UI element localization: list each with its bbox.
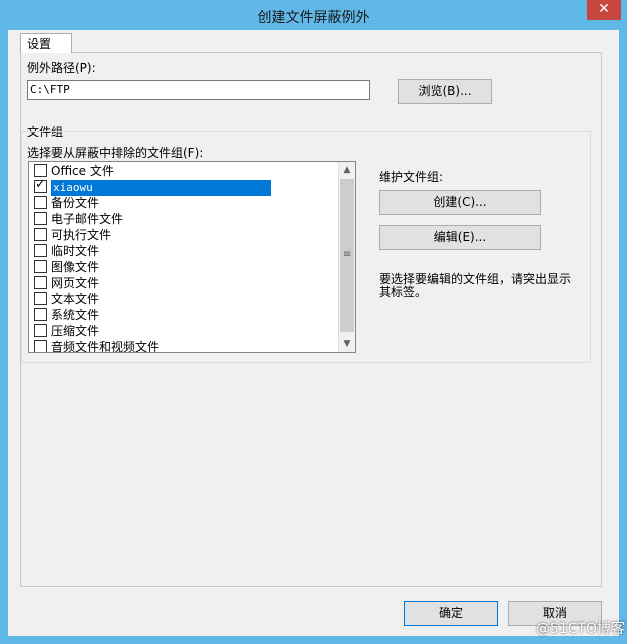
checkbox[interactable]	[34, 260, 47, 273]
edit-hint-text: 要选择要编辑的文件组，请突出显示其标签。	[379, 272, 572, 299]
list-item[interactable]: Office 文件	[34, 163, 114, 179]
list-item-label: 系统文件	[51, 308, 100, 322]
scroll-down-icon[interactable]: ▼	[339, 336, 355, 352]
list-item[interactable]: 图像文件	[34, 259, 99, 275]
list-item-label: 备份文件	[51, 196, 100, 210]
list-item-label: 文本文件	[51, 292, 100, 306]
checkbox[interactable]	[34, 324, 47, 337]
ok-button[interactable]: 确定	[404, 601, 498, 626]
browse-button[interactable]: 浏览(B)...	[398, 79, 492, 104]
checkbox[interactable]	[34, 177, 47, 193]
checkbox[interactable]	[34, 212, 47, 225]
title-bar: 创建文件屏蔽例外 ✕	[0, 0, 627, 30]
maintain-groups-label: 维护文件组:	[379, 170, 444, 184]
dialog-client-area: 设置 例外路径(P): C:\FTP 浏览(B)... 文件组 选择要从屏蔽中排…	[8, 30, 619, 636]
list-item-label: 可执行文件	[51, 228, 112, 242]
list-item[interactable]: 网页文件	[34, 275, 99, 291]
list-item-label: Office 文件	[51, 164, 114, 178]
exception-path-label: 例外路径(P):	[27, 61, 96, 75]
list-item[interactable]: 音频文件和视频文件	[34, 339, 160, 353]
vertical-scrollbar[interactable]: ▲ ≡ ▼	[338, 162, 355, 352]
checkbox[interactable]	[34, 244, 47, 257]
settings-tab-panel: 例外路径(P): C:\FTP 浏览(B)... 文件组 选择要从屏蔽中排除的文…	[20, 52, 602, 587]
create-button[interactable]: 创建(C)...	[379, 190, 541, 215]
grip-icon: ≡	[343, 248, 352, 260]
file-groups-listbox[interactable]: Office 文件 xiaowu备份文件电子邮件文件可执行文件临时文件图像文件网页…	[28, 161, 356, 353]
list-item[interactable]: 电子邮件文件	[34, 211, 123, 227]
edit-button[interactable]: 编辑(E)...	[379, 225, 541, 250]
checkbox[interactable]	[34, 292, 47, 305]
watermark-logo: @51CTO博客	[535, 621, 625, 637]
exception-path-input[interactable]: C:\FTP	[27, 80, 370, 100]
list-item[interactable]: xiaowu	[34, 177, 271, 196]
list-item-label: 图像文件	[51, 260, 100, 274]
window-title: 创建文件屏蔽例外	[257, 10, 370, 26]
tab-settings[interactable]: 设置	[20, 33, 72, 53]
list-item[interactable]: 压缩文件	[34, 323, 99, 339]
list-item-label: 电子邮件文件	[51, 212, 124, 226]
list-item-label: 临时文件	[51, 244, 100, 258]
list-item-label: xiaowu	[51, 180, 271, 196]
list-item[interactable]: 备份文件	[34, 195, 99, 211]
checkbox[interactable]	[34, 228, 47, 241]
scroll-up-icon[interactable]: ▲	[339, 162, 355, 178]
checkbox[interactable]	[34, 196, 47, 209]
checkbox[interactable]	[34, 340, 47, 352]
close-button[interactable]: ✕	[587, 0, 621, 20]
checkbox[interactable]	[34, 276, 47, 289]
checkbox[interactable]	[34, 308, 47, 321]
list-item[interactable]: 文本文件	[34, 291, 99, 307]
scroll-thumb[interactable]: ≡	[340, 179, 354, 332]
list-item-label: 网页文件	[51, 276, 100, 290]
list-item-label: 压缩文件	[51, 324, 100, 338]
checkbox[interactable]	[34, 164, 47, 177]
list-item[interactable]: 临时文件	[34, 243, 99, 259]
select-groups-label: 选择要从屏蔽中排除的文件组(F):	[27, 146, 204, 160]
list-item[interactable]: 可执行文件	[34, 227, 111, 243]
list-item-label: 音频文件和视频文件	[51, 340, 160, 353]
list-item[interactable]: 系统文件	[34, 307, 99, 323]
